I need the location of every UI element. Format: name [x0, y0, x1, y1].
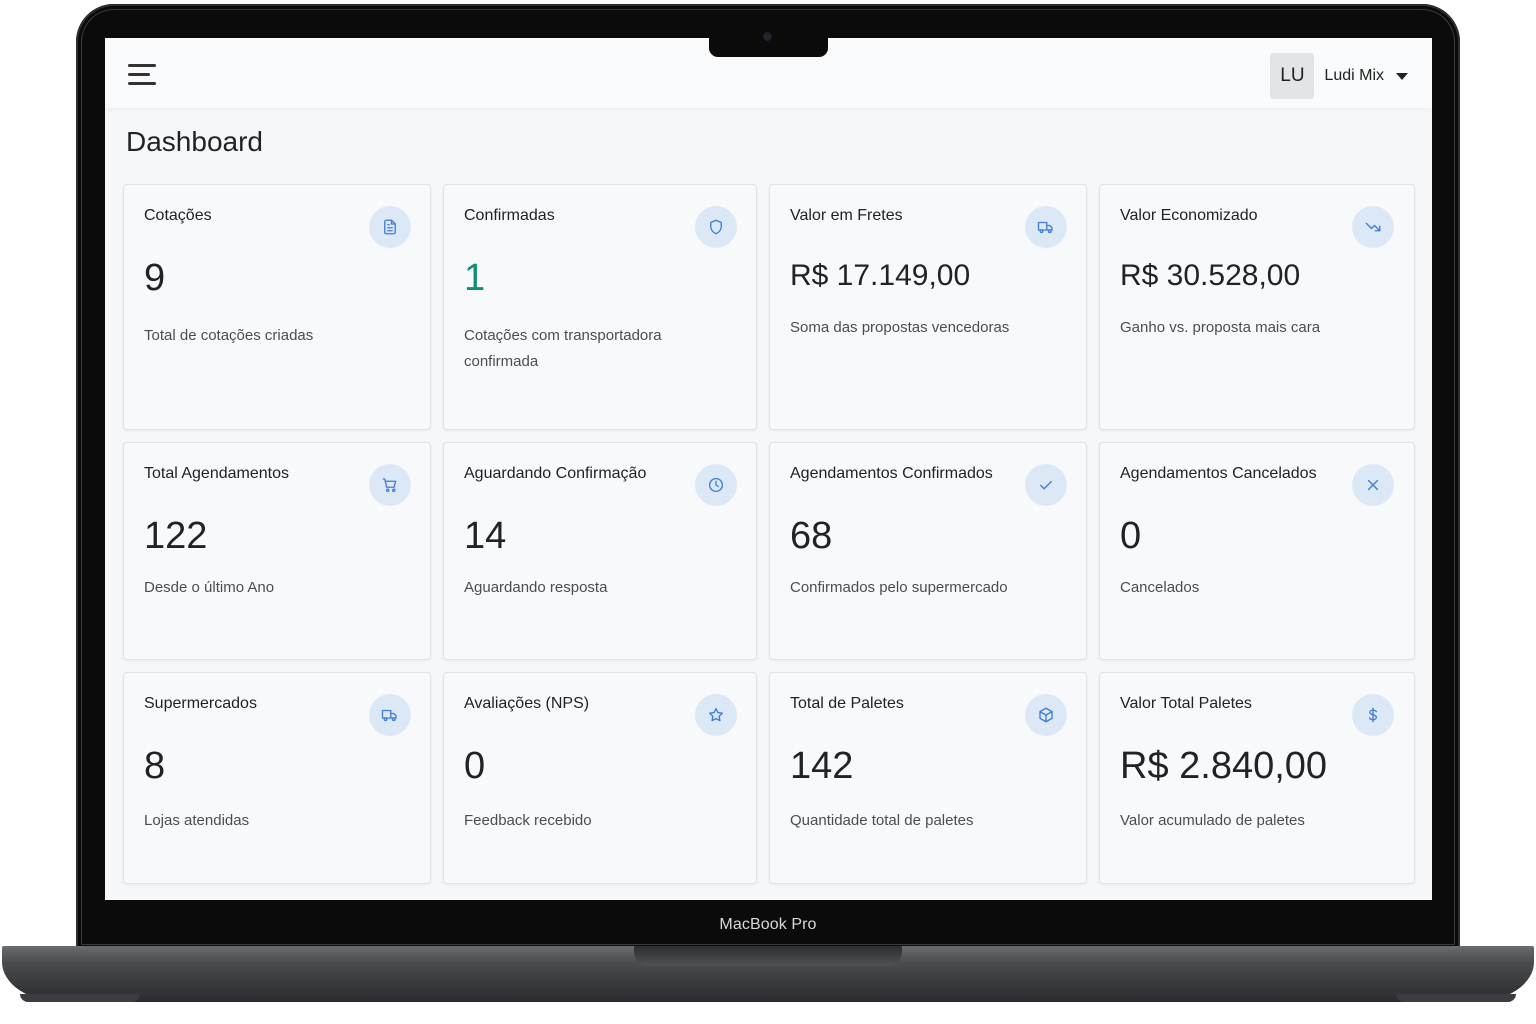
card-avaliacoes-nps[interactable]: Avaliações (NPS) 0 Feedback recebido — [443, 672, 757, 884]
card-description: Soma das propostas vencedoras — [790, 319, 1010, 336]
card-valor-total-paletes[interactable]: Valor Total Paletes R$ 2.840,00 Valor ac… — [1099, 672, 1415, 884]
card-description: Cancelados — [1120, 579, 1200, 596]
card-description: Lojas atendidas — [144, 812, 250, 829]
card-title: Valor Total Paletes — [1120, 695, 1252, 712]
card-value: 0 — [1120, 515, 1142, 557]
card-description: Cotações com transportadora confirmada — [464, 327, 662, 370]
trending-down-icon — [1352, 206, 1394, 248]
card-title: Valor Economizado — [1120, 207, 1258, 224]
card-description: Quantidade total de paletes — [790, 812, 974, 829]
card-total-agendamentos[interactable]: Total Agendamentos 122 Desde o último An… — [123, 442, 431, 660]
card-title: Valor em Fretes — [790, 207, 903, 224]
document-icon — [369, 206, 411, 248]
card-value: 68 — [790, 515, 833, 557]
card-value: R$ 2.840,00 — [1120, 745, 1328, 787]
card-description: Desde o último Ano — [144, 579, 275, 596]
screen: LU Ludi Mix Dashboard Cotações 9 Total d… — [105, 38, 1432, 900]
card-title: Aguardando Confirmação — [464, 465, 647, 482]
card-cotacoes[interactable]: Cotações 9 Total de cotações criadas — [123, 184, 431, 430]
truck-icon — [369, 694, 411, 736]
card-description: Valor acumulado de paletes — [1120, 812, 1305, 829]
camera-icon — [764, 33, 771, 40]
user-name[interactable]: Ludi Mix — [1324, 67, 1384, 85]
card-description: Confirmados pelo supermercado — [790, 579, 1008, 596]
screen-notch — [709, 38, 828, 57]
card-title: Cotações — [144, 207, 212, 224]
card-agendamentos-cancelados[interactable]: Agendamentos Cancelados 0 Cancelados — [1099, 442, 1415, 660]
card-agendamentos-confirmados[interactable]: Agendamentos Confirmados 68 Confirmados … — [769, 442, 1087, 660]
cart-icon — [369, 464, 411, 506]
card-title: Supermercados — [144, 695, 257, 712]
close-icon — [1352, 464, 1394, 506]
card-description: Total de cotações criadas — [144, 327, 314, 344]
star-icon — [695, 694, 737, 736]
card-title: Total Agendamentos — [144, 465, 289, 482]
card-value: R$ 17.149,00 — [790, 259, 971, 292]
page-title: Dashboard — [126, 126, 263, 157]
laptop-foot-right — [1396, 994, 1516, 1002]
shield-icon — [695, 206, 737, 248]
card-value: 122 — [144, 515, 208, 557]
card-supermercados[interactable]: Supermercados 8 Lojas atendidas — [123, 672, 431, 884]
card-description: Feedback recebido — [464, 812, 592, 829]
card-value: 9 — [144, 257, 166, 299]
device-label: MacBook Pro — [719, 916, 817, 933]
laptop-foot-left — [20, 994, 140, 1002]
check-icon — [1025, 464, 1067, 506]
card-valor-economizado[interactable]: Valor Economizado R$ 30.528,00 Ganho vs.… — [1099, 184, 1415, 430]
avatar[interactable]: LU — [1270, 53, 1315, 99]
card-title: Agendamentos Confirmados — [790, 465, 993, 482]
card-value: 8 — [144, 745, 166, 787]
card-value: 14 — [464, 515, 507, 557]
chevron-down-icon[interactable] — [1396, 72, 1408, 80]
card-value: 1 — [464, 257, 486, 299]
card-title: Agendamentos Cancelados — [1120, 465, 1317, 482]
card-value: 142 — [790, 745, 854, 787]
card-description: Ganho vs. proposta mais cara — [1120, 319, 1321, 336]
card-total-paletes[interactable]: Total de Paletes 142 Quantidade total de… — [769, 672, 1087, 884]
card-title: Total de Paletes — [790, 695, 904, 712]
card-description: Aguardando resposta — [464, 579, 608, 596]
card-title: Avaliações (NPS) — [464, 695, 590, 712]
card-value: R$ 30.528,00 — [1120, 259, 1301, 292]
clock-icon — [695, 464, 737, 506]
card-valor-fretes[interactable]: Valor em Fretes R$ 17.149,00 Soma das pr… — [769, 184, 1087, 430]
card-value: 0 — [464, 745, 486, 787]
laptop-base-notch — [634, 946, 902, 966]
card-confirmadas[interactable]: Confirmadas 1 Cotações com transportador… — [443, 184, 757, 430]
card-title: Confirmadas — [464, 207, 555, 224]
user-menu[interactable]: LU Ludi Mix — [1270, 53, 1408, 99]
card-aguardando-confirmacao[interactable]: Aguardando Confirmação 14 Aguardando res… — [443, 442, 757, 660]
dollar-icon — [1352, 694, 1394, 736]
box-icon — [1025, 694, 1067, 736]
truck-icon — [1025, 206, 1067, 248]
menu-icon[interactable] — [128, 64, 156, 86]
